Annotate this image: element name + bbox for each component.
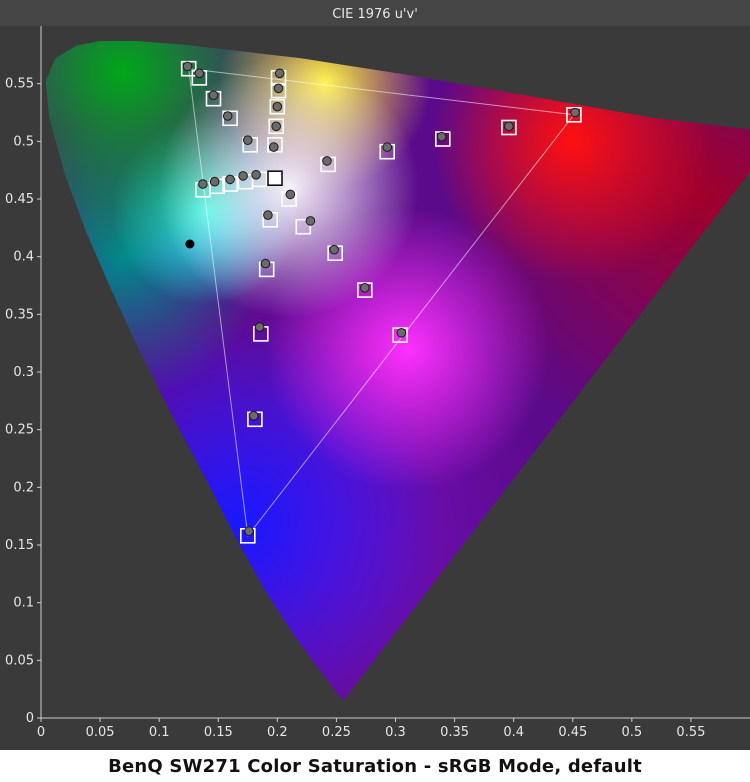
measured-circle-marker <box>272 101 283 112</box>
measured-circle-marker <box>208 90 219 100</box>
measured-circle-marker <box>271 121 282 132</box>
x-tick-label: 0.5 <box>621 725 642 740</box>
y-tick-label: 0.4 <box>13 250 34 265</box>
x-tick-label: 0.1 <box>149 725 170 740</box>
white-point-marker <box>267 170 283 186</box>
x-tick-label: 0.55 <box>676 725 705 740</box>
x-tick-label: 0.4 <box>503 725 524 740</box>
measured-circle-marker <box>198 179 208 189</box>
measured-circle-marker <box>209 176 220 187</box>
measured-circle-marker <box>285 189 296 200</box>
measured-circle-marker <box>570 107 580 118</box>
y-tick-label: 0.2 <box>13 480 34 495</box>
y-tick-label: 0.5 <box>13 134 34 149</box>
x-tick-label: 0.3 <box>385 725 406 740</box>
measured-circle-marker <box>382 142 393 152</box>
y-tick-label: 0.45 <box>5 192 34 207</box>
x-tick-label: 0.25 <box>322 725 351 740</box>
x-tick-label: 0.15 <box>204 725 233 740</box>
measured-circle-marker <box>222 111 233 121</box>
measured-circle-marker <box>238 171 248 181</box>
measured-circle-marker <box>322 156 332 166</box>
measured-circle-marker <box>269 142 279 152</box>
measured-circle-marker <box>243 135 253 145</box>
measured-circle-marker <box>396 328 407 338</box>
y-tick-label: 0.35 <box>5 307 34 322</box>
y-tick-label: 0 <box>26 711 34 726</box>
measured-circle-marker <box>254 322 265 332</box>
measured-circle-marker <box>260 258 271 269</box>
chart-caption: BenQ SW271 Color Saturation - sRGB Mode,… <box>108 756 642 777</box>
y-tick-label: 0.05 <box>5 653 34 668</box>
y-tick-label: 0.55 <box>5 77 34 92</box>
measured-circle-marker <box>329 244 339 255</box>
x-tick-label: 0.35 <box>440 725 469 740</box>
y-tick-label: 0.15 <box>5 538 34 553</box>
x-tick-label: 0.05 <box>86 725 115 740</box>
y-tick-label: 0.3 <box>13 365 34 380</box>
chart-title: CIE 1976 u'v' <box>332 7 418 22</box>
y-tick-label: 0.1 <box>13 596 34 611</box>
spectral-locus <box>45 41 750 701</box>
measured-circle-marker <box>274 68 285 79</box>
y-tick-label: 0.25 <box>5 423 34 438</box>
measured-circle-marker <box>360 283 370 293</box>
measured-circle-marker <box>248 411 259 421</box>
measured-circle-marker <box>225 174 235 185</box>
measured-circle-marker <box>263 210 273 220</box>
measured-circle-marker <box>504 121 514 132</box>
cie-chart: CIE 1976 u'v' 0 0.05 0.1 0.15 0.2 0.25 0.3 0.35… <box>0 0 750 740</box>
measured-circle-marker <box>182 61 193 72</box>
measured-circle-marker <box>305 216 316 226</box>
measured-circle-marker <box>251 170 261 180</box>
measured-circle-marker <box>436 131 447 142</box>
measured-circle-marker <box>244 526 254 537</box>
reference-dot-marker <box>185 239 195 249</box>
measured-circle-marker <box>194 68 205 79</box>
measured-circle-marker <box>273 83 284 94</box>
x-tick-label: 0.2 <box>267 725 288 740</box>
chart-frame: CIE 1976 u'v' 0 0.05 0.1 0.15 0.2 0.25 0.3 0.35… <box>0 0 750 750</box>
x-tick-label: 0.45 <box>558 725 587 740</box>
x-tick-label: 0 <box>37 725 45 740</box>
